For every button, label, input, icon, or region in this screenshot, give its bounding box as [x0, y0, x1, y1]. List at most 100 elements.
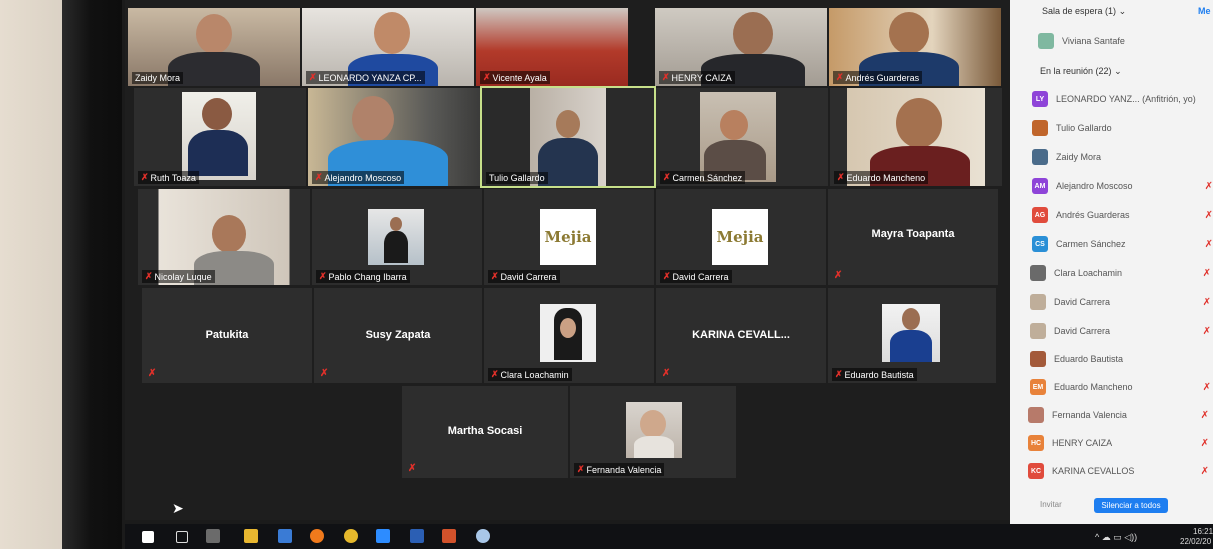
participant-name-label: ✗ Eduardo Mancheno: [834, 171, 929, 184]
calculator-icon[interactable]: [206, 529, 220, 543]
participant-row[interactable]: EM Eduardo Mancheno ✗: [1030, 376, 1213, 398]
muted-mic-icon: ✗: [1200, 409, 1209, 421]
participant-row[interactable]: David Carrera ✗: [1030, 291, 1213, 313]
app-icon[interactable]: [476, 529, 490, 543]
muted-mic-icon: ✗: [1204, 209, 1213, 221]
in-meeting-header[interactable]: En la reunión (22) ⌄: [1040, 66, 1122, 77]
video-tile[interactable]: ✗ Alejandro Moscoso: [308, 88, 480, 186]
participant-row[interactable]: Zaidy Mora: [1032, 146, 1213, 168]
participant-row[interactable]: CS Carmen Sánchez ✗: [1032, 233, 1213, 255]
mute-all-button[interactable]: Silenciar a todos: [1094, 498, 1168, 513]
video-tile[interactable]: ✗ Nicolay Luque: [138, 189, 310, 285]
participant-name: Susy Zapata: [365, 328, 431, 341]
mouse-cursor: ➤: [172, 500, 184, 516]
muted-mic-icon: ✗: [663, 172, 671, 182]
avatar: [1028, 407, 1044, 423]
video-tile[interactable]: Patukita ✗: [142, 288, 312, 383]
muted-mic-icon: ✗: [1202, 267, 1211, 279]
participant-name-label: ✗ Alejandro Moscoso: [312, 171, 405, 184]
video-tile[interactable]: Zaidy Mora: [128, 8, 300, 86]
avatar: CS: [1032, 236, 1048, 252]
participant-row-name: David Carrera: [1054, 297, 1111, 307]
participant-name-label: ✗ Carmen Sánchez: [660, 171, 746, 184]
participant-row[interactable]: KC KARINA CEVALLOS ✗: [1028, 460, 1213, 482]
video-tile[interactable]: ✗ Vicente Ayala: [476, 8, 628, 86]
video-tile[interactable]: ✗ Fernanda Valencia: [570, 386, 736, 478]
video-tile[interactable]: Mayra Toapanta ✗: [828, 189, 998, 285]
muted-mic-icon: ✗: [1204, 180, 1213, 192]
clock-date[interactable]: 22/02/20: [1180, 537, 1211, 546]
participant-row-name: HENRY CAIZA: [1052, 438, 1113, 448]
chrome-icon[interactable]: [344, 529, 358, 543]
word-icon[interactable]: [410, 529, 424, 543]
avatar: KC: [1028, 463, 1044, 479]
participant-name-label: ✗ David Carrera: [488, 270, 560, 283]
waiting-participant[interactable]: Viviana Santafe: [1038, 30, 1213, 52]
participant-row-name: KARINA CEVALLOS: [1052, 466, 1135, 476]
file-explorer-icon[interactable]: [244, 529, 258, 543]
video-tile[interactable]: ✗ Carmen Sánchez: [656, 88, 828, 186]
participant-row-name: Eduardo Mancheno: [1054, 382, 1133, 392]
zoom-icon[interactable]: [376, 529, 390, 543]
participant-row[interactable]: David Carrera ✗: [1030, 320, 1213, 342]
participant-row[interactable]: Fernanda Valencia ✗: [1028, 404, 1213, 426]
video-tile[interactable]: ✗ HENRY CAIZA: [655, 8, 827, 86]
participant-row[interactable]: Clara Loachamin ✗: [1030, 262, 1213, 284]
participant-row-name: David Carrera: [1054, 326, 1111, 336]
system-tray-icons[interactable]: ^ ☁ ▭ ◁)): [1095, 532, 1137, 543]
muted-mic-icon: ✗: [1204, 238, 1213, 250]
muted-mic-icon: ✗: [663, 271, 671, 281]
muted-mic-icon: ✗: [483, 72, 491, 82]
task-view-icon[interactable]: [176, 531, 188, 543]
video-tile[interactable]: KARINA CEVALL... ✗: [656, 288, 826, 383]
video-tile[interactable]: ✗ Eduardo Mancheno: [830, 88, 1002, 186]
video-tile[interactable]: ✗ Clara Loachamin: [484, 288, 654, 383]
invite-button[interactable]: Invitar: [1040, 500, 1062, 509]
clock-time[interactable]: 16:21: [1193, 527, 1213, 536]
more-button[interactable]: Me: [1198, 6, 1211, 16]
participant-name-label: ✗ Nicolay Luque: [142, 270, 215, 283]
avatar: [1030, 351, 1046, 367]
video-tile[interactable]: Mejia ✗ David Carrera: [656, 189, 826, 285]
participant-row-name: Zaidy Mora: [1056, 152, 1102, 162]
avatar: HC: [1028, 435, 1044, 451]
video-tile[interactable]: Martha Socasi ✗: [402, 386, 568, 478]
participant-name: Martha Socasi: [447, 424, 523, 437]
start-icon[interactable]: [142, 531, 154, 543]
muted-mic-icon: ✗: [148, 368, 157, 379]
participant-row[interactable]: HC HENRY CAIZA ✗: [1028, 432, 1213, 454]
firefox-icon[interactable]: [310, 529, 324, 543]
video-tile[interactable]: ✗ Andrés Guarderas: [829, 8, 1001, 86]
muted-mic-icon: ✗: [408, 463, 417, 474]
video-tile[interactable]: ✗ Ruth Toaza: [134, 88, 306, 186]
active-speaker-tile[interactable]: Tulio Gallardo: [480, 86, 656, 188]
avatar: [1030, 323, 1046, 339]
participant-row[interactable]: Tulio Gallardo: [1032, 117, 1213, 139]
participant-name-label: ✗ Eduardo Bautista: [832, 368, 917, 381]
waiting-room-header[interactable]: Sala de espera (1) ⌄: [1042, 6, 1126, 17]
video-tile[interactable]: Mejia ✗ David Carrera: [484, 189, 654, 285]
mejia-logo: Mejia: [540, 209, 596, 265]
muted-mic-icon: ✗: [1200, 465, 1209, 477]
video-tile[interactable]: ✗ Pablo Chang Ibarra: [312, 189, 482, 285]
participant-name-label: ✗ Clara Loachamin: [488, 368, 572, 381]
video-tile[interactable]: ✗ Eduardo Bautista: [828, 288, 996, 383]
participant-row-name: Fernanda Valencia: [1052, 410, 1127, 420]
participant-row[interactable]: AM Alejandro Moscoso ✗: [1032, 175, 1213, 197]
muted-mic-icon: ✗: [309, 72, 317, 82]
store-icon[interactable]: [278, 529, 292, 543]
video-tile[interactable]: Susy Zapata ✗: [314, 288, 482, 383]
muted-mic-icon: ✗: [837, 172, 845, 182]
avatar: EM: [1030, 379, 1046, 395]
participant-row-name: Carmen Sánchez: [1056, 239, 1126, 249]
mejia-logo: Mejia: [712, 209, 768, 265]
muted-mic-icon: ✗: [491, 271, 499, 281]
participant-row[interactable]: Eduardo Bautista: [1030, 348, 1213, 370]
participant-row[interactable]: LY LEONARDO YANZ... (Anfitrión, yo): [1032, 88, 1213, 110]
muted-mic-icon: ✗: [577, 464, 585, 474]
participant-name-label: ✗ Andrés Guarderas: [833, 71, 923, 84]
avatar: [1032, 120, 1048, 136]
participant-row[interactable]: AG Andrés Guarderas ✗: [1032, 204, 1213, 226]
video-tile[interactable]: ✗ LEONARDO YANZA CP...: [302, 8, 474, 86]
powerpoint-icon[interactable]: [442, 529, 456, 543]
